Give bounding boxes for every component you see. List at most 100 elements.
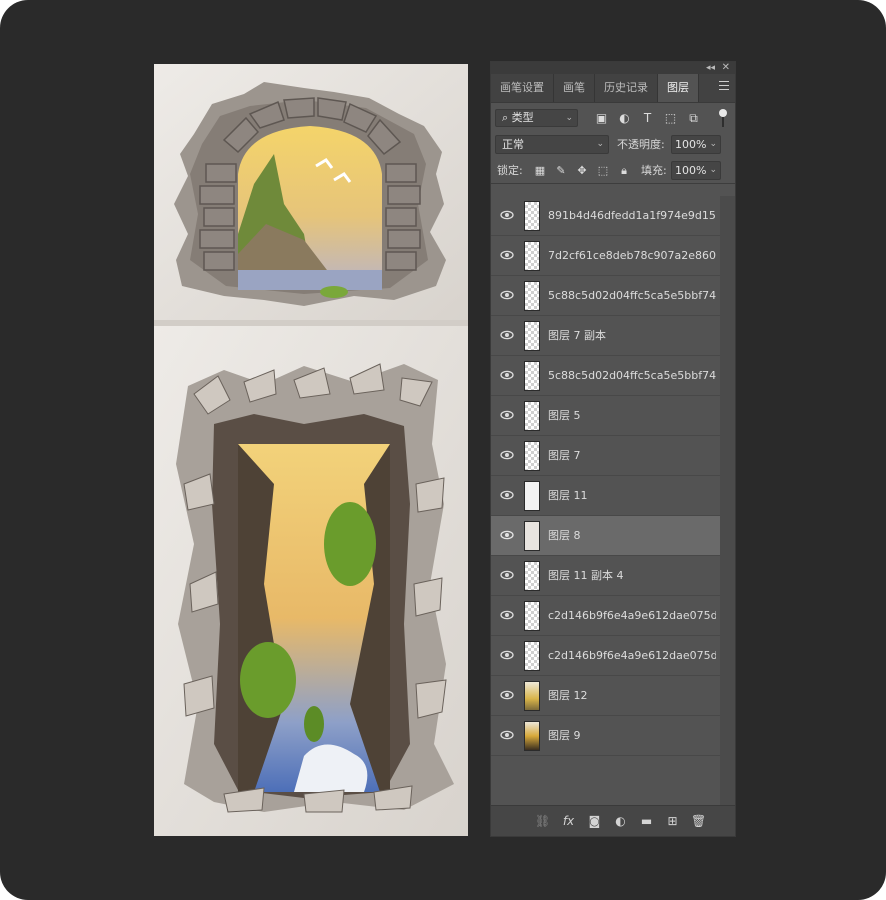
search-icon: ⌕ <box>502 111 509 124</box>
chevron-down-icon: ⌄ <box>596 139 604 149</box>
filter-type-label: 类型 <box>511 111 534 124</box>
collapse-panels-icon[interactable]: ◂◂ <box>706 62 715 74</box>
visibility-eye-icon[interactable] <box>500 410 514 420</box>
layer-name[interactable]: 图层 11 <box>548 476 716 515</box>
layer-thumbnail <box>524 601 540 631</box>
fill-field[interactable]: 100% ⌄ <box>671 161 721 180</box>
layer-name[interactable]: 891b4d46dfedd1a1f974e9d15... <box>548 196 716 235</box>
tab-layers[interactable]: 图层 <box>658 74 699 102</box>
panel-menu-icon[interactable] <box>719 81 729 91</box>
layer-thumbnail <box>524 321 540 351</box>
opacity-value: 100% <box>675 138 707 151</box>
visibility-eye-icon[interactable] <box>500 610 514 620</box>
adjustment-layer-icon[interactable]: ◐ <box>613 814 628 828</box>
layer-thumbnail <box>524 441 540 471</box>
smart-object-filter-icon[interactable]: ⧉ <box>686 111 701 125</box>
visibility-eye-icon[interactable] <box>500 250 514 260</box>
layer-row[interactable]: 图层 7 副本 <box>491 316 720 356</box>
layer-row[interactable]: 图层 12 <box>491 676 720 716</box>
layer-name[interactable]: 5c88c5d02d04ffc5ca5e5bbf74... <box>548 356 716 395</box>
visibility-eye-icon[interactable] <box>500 730 514 740</box>
lock-image-icon[interactable]: ✎ <box>554 164 568 177</box>
chevron-down-icon: ⌄ <box>565 113 573 123</box>
layer-name[interactable]: c2d146b9f6e4a9e612dae075d... <box>548 636 716 675</box>
layers-scrollbar[interactable] <box>720 196 735 808</box>
lock-transparent-icon[interactable]: ▦ <box>533 164 547 177</box>
shape-filter-icon[interactable]: ⬚ <box>663 111 678 125</box>
layer-name[interactable]: 图层 9 <box>548 716 716 755</box>
fill-value: 100% <box>675 164 707 177</box>
layer-row[interactable]: 图层 11 <box>491 476 720 516</box>
new-group-icon[interactable]: ▬ <box>639 814 654 828</box>
blend-mode-select[interactable]: 正常 ⌄ <box>495 135 609 154</box>
lock-artboard-icon[interactable]: ⬚ <box>596 164 610 177</box>
layer-thumbnail <box>524 281 540 311</box>
visibility-eye-icon[interactable] <box>500 210 514 220</box>
layer-thumbnail <box>524 681 540 711</box>
layer-thumbnail <box>524 401 540 431</box>
layer-thumbnail <box>524 561 540 591</box>
visibility-eye-icon[interactable] <box>500 530 514 540</box>
layer-row[interactable]: 图层 7 <box>491 436 720 476</box>
layer-row[interactable]: 7d2cf61ce8deb78c907a2e860f... <box>491 236 720 276</box>
visibility-eye-icon[interactable] <box>500 690 514 700</box>
layer-row[interactable]: 图层 5 <box>491 396 720 436</box>
layer-row[interactable]: 图层 11 副本 4 <box>491 556 720 596</box>
layers-list: 891b4d46dfedd1a1f974e9d15... 7d2cf61ce8d… <box>491 196 720 756</box>
layer-thumbnail <box>524 641 540 671</box>
layer-thumbnail <box>524 521 540 551</box>
add-mask-icon[interactable]: ◙ <box>587 814 602 828</box>
image-filter-icon[interactable]: ▣ <box>594 111 609 125</box>
layer-name[interactable]: 图层 12 <box>548 676 716 715</box>
lock-all-icon[interactable]: 🔒︎ <box>617 164 631 177</box>
tab-history[interactable]: 历史记录 <box>595 74 658 102</box>
lock-position-icon[interactable]: ✥ <box>575 164 589 177</box>
layer-row[interactable]: 图层 9 <box>491 716 720 756</box>
layer-row[interactable]: c2d146b9f6e4a9e612dae075d... <box>491 636 720 676</box>
layer-row[interactable]: 5c88c5d02d04ffc5ca5e5bbf74... <box>491 356 720 396</box>
layers-bottom-toolbar: ⛓ fx ◙ ◐ ▬ ⊞ 🗑︎ <box>491 805 735 836</box>
layer-name[interactable]: c2d146b9f6e4a9e612dae075d... <box>548 596 716 635</box>
layer-name[interactable]: 图层 11 副本 4 <box>548 556 716 595</box>
layer-row[interactable]: 891b4d46dfedd1a1f974e9d15... <box>491 196 720 236</box>
tab-brush-settings[interactable]: 画笔设置 <box>491 74 554 102</box>
visibility-eye-icon[interactable] <box>500 450 514 460</box>
chevron-down-icon: ⌄ <box>709 139 717 149</box>
opacity-label: 不透明度: <box>617 138 665 151</box>
layer-row[interactable]: 5c88c5d02d04ffc5ca5e5bbf74... <box>491 276 720 316</box>
filter-toggle-switch[interactable] <box>719 109 727 127</box>
layer-row[interactable]: c2d146b9f6e4a9e612dae075d... <box>491 596 720 636</box>
delete-layer-icon[interactable]: 🗑︎ <box>691 814 706 828</box>
visibility-eye-icon[interactable] <box>500 490 514 500</box>
visibility-eye-icon[interactable] <box>500 290 514 300</box>
layer-row-selected[interactable]: 图层 8 <box>491 516 720 556</box>
fx-icon[interactable]: fx <box>561 814 576 828</box>
visibility-eye-icon[interactable] <box>500 370 514 380</box>
visibility-eye-icon[interactable] <box>500 570 514 580</box>
link-layers-icon[interactable]: ⛓ <box>535 814 550 828</box>
visibility-eye-icon[interactable] <box>500 330 514 340</box>
layer-name[interactable]: 5c88c5d02d04ffc5ca5e5bbf74... <box>548 276 716 315</box>
visibility-eye-icon[interactable] <box>500 650 514 660</box>
new-layer-icon[interactable]: ⊞ <box>665 814 680 828</box>
layer-name[interactable]: 图层 7 <box>548 436 716 475</box>
blend-mode-value: 正常 <box>502 138 524 151</box>
fill-label: 填充: <box>641 164 667 177</box>
layer-name[interactable]: 图层 8 <box>548 516 716 555</box>
tab-brushes[interactable]: 画笔 <box>554 74 595 102</box>
panel-tabs: 画笔设置 画笔 历史记录 图层 <box>491 74 735 103</box>
adjustment-filter-icon[interactable]: ◐ <box>617 111 632 125</box>
layer-thumbnail <box>524 361 540 391</box>
layer-name[interactable]: 图层 5 <box>548 396 716 435</box>
layer-thumbnail <box>524 241 540 271</box>
type-filter-icon[interactable]: T <box>640 111 655 125</box>
lock-row: 锁定: ▦ ✎ ✥ ⬚ 🔒︎ 填充: 100% ⌄ <box>491 157 735 184</box>
layer-name[interactable]: 图层 7 副本 <box>548 316 716 355</box>
lock-label: 锁定: <box>497 164 523 177</box>
layer-filter-select[interactable]: ⌕ 类型 ⌄ <box>495 109 578 127</box>
close-panel-icon[interactable]: ✕ <box>722 62 730 74</box>
opacity-field[interactable]: 100% ⌄ <box>671 135 721 154</box>
layer-name[interactable]: 7d2cf61ce8deb78c907a2e860f... <box>548 236 716 275</box>
document-canvas[interactable] <box>154 64 468 836</box>
layer-thumbnail <box>524 721 540 751</box>
